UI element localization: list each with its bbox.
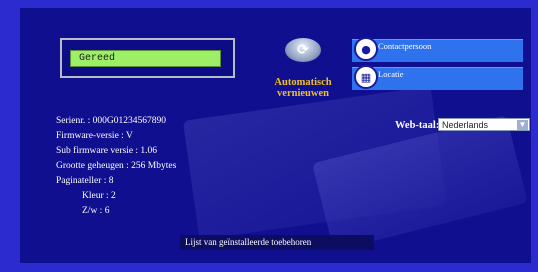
auto-refresh-label-line1: Automatisch — [274, 77, 332, 88]
serial-number: Serienr. : 000G01234567890 — [56, 116, 167, 126]
color-page-count: Kleur : 2 — [82, 191, 116, 201]
status-indicator: Gereed — [70, 50, 221, 67]
contact-person-label: Contactpersoon — [378, 41, 432, 51]
sub-firmware-version: Sub firmware versie : 1.06 — [56, 146, 158, 156]
device-info: Serienr. : 000G01234567890 Firmware-vers… — [56, 114, 176, 219]
auto-refresh-label-line2: vernieuwen — [277, 88, 329, 99]
refresh-icon: ⟳ — [285, 38, 321, 62]
main-panel: Gereed ⟳ Automatisch vernieuwen ● Contac… — [20, 8, 531, 263]
status-panel: Gereed — [60, 38, 235, 78]
memory-size: Grootte geheugen : 256 Mbytes — [56, 161, 177, 171]
auto-refresh-button[interactable]: ⟳ Automatisch vernieuwen — [270, 38, 336, 106]
chevron-down-icon: ▼ — [517, 120, 528, 130]
language-selected-value: Nederlands — [442, 120, 489, 130]
bw-page-count: Z/w : 6 — [82, 206, 110, 216]
installed-accessories-link[interactable]: Lijst van geïnstalleerde toebehoren — [180, 235, 374, 250]
contact-person-link[interactable]: ● Contactpersoon — [352, 37, 523, 62]
language-select[interactable]: Nederlands ▼ — [438, 118, 530, 131]
location-link[interactable]: ▦ Locatie — [352, 65, 523, 90]
person-icon: ● — [354, 37, 378, 61]
web-language-label: Web-taal: — [395, 120, 440, 131]
page-counter: Paginateller : 8 — [56, 176, 114, 186]
firmware-version: Firmware-versie : V — [56, 131, 133, 141]
location-label: Locatie — [378, 69, 404, 79]
building-icon: ▦ — [354, 65, 378, 89]
